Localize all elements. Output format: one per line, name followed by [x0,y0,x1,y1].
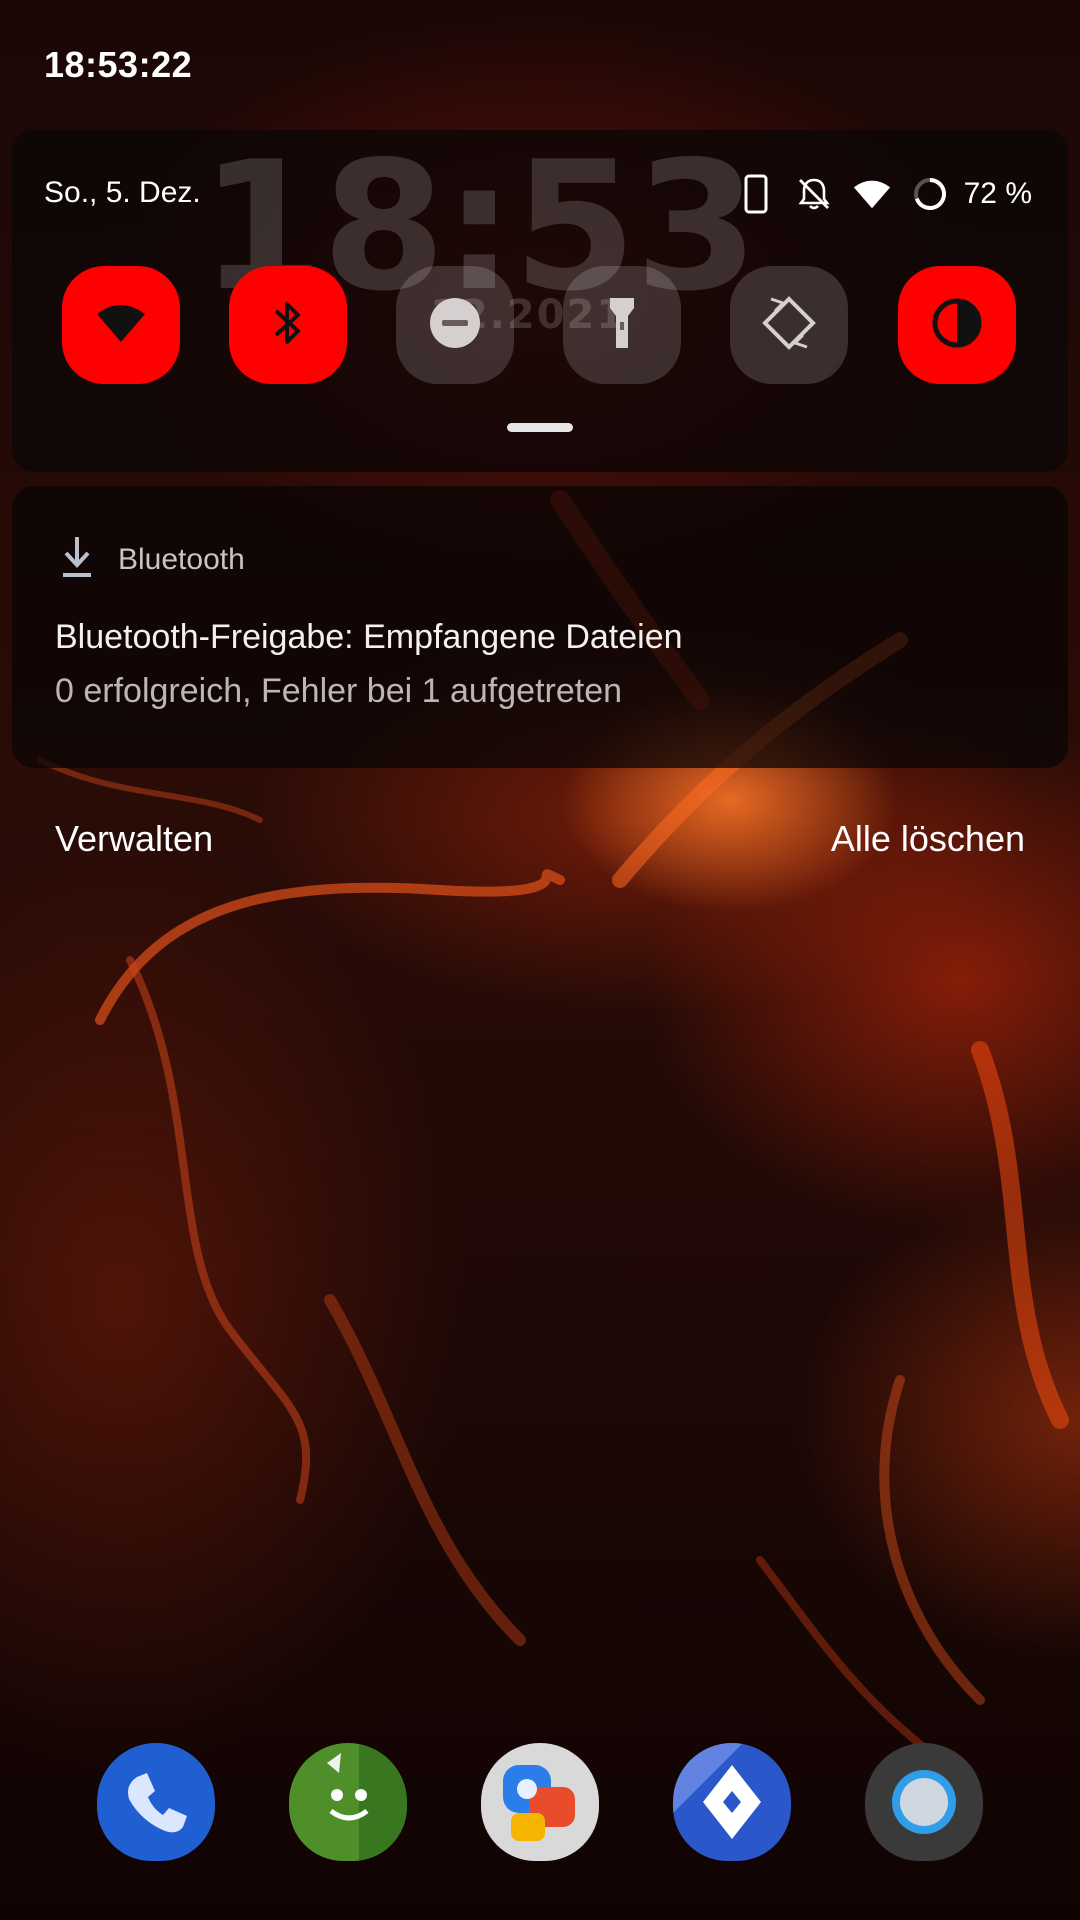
tile-flashlight[interactable] [563,266,681,384]
camera-lens-icon [865,1770,983,1861]
flashlight-icon [607,296,637,355]
notification-app-name: Bluetooth [118,542,245,576]
contacts-chat-icon [481,1765,599,1861]
navigation-icon [673,1743,791,1861]
phone-portrait-icon [736,174,776,214]
notification-title: Bluetooth-Freigabe: Empfangene Dateien [55,618,683,656]
quick-settings-tiles [62,266,1018,384]
wifi-icon [95,302,147,349]
tile-wifi[interactable] [62,266,180,384]
wifi-signal-icon [852,174,892,214]
quick-settings-date[interactable]: So., 5. Dez. [44,176,201,210]
tile-auto-rotate[interactable] [730,266,848,384]
system-status-icons: 72 % [736,170,1032,218]
battery-percentage: 72 % [963,177,1032,210]
manage-button[interactable]: Verwalten [55,818,213,860]
contrast-icon [931,297,983,354]
do-not-disturb-icon [428,296,482,355]
messages-icon [289,1743,407,1861]
notification-text: 0 erfolgreich, Fehler bei 1 aufgetreten [55,672,623,710]
notifications-off-icon [794,174,834,214]
tile-do-not-disturb[interactable] [396,266,514,384]
camera-app[interactable] [865,1743,983,1861]
maps-go-app[interactable] [673,1743,791,1861]
tile-dark-theme[interactable] [898,266,1016,384]
messages-app[interactable] [289,1743,407,1861]
status-bar-clock: 18:53:22 [44,44,193,85]
tile-bluetooth[interactable] [229,266,347,384]
phone-app[interactable] [97,1743,215,1861]
auto-rotate-icon [761,295,817,356]
phone-icon [97,1773,215,1861]
download-icon [60,535,94,584]
bluetooth-icon [272,297,304,354]
app-dock [0,1743,1080,1861]
battery-ring-icon [910,174,950,214]
contacts-chat-app[interactable] [481,1743,599,1861]
clear-all-button[interactable]: Alle löschen [831,818,1025,860]
notification-header: Bluetooth [60,535,245,584]
quick-settings-drag-handle[interactable] [507,423,573,432]
